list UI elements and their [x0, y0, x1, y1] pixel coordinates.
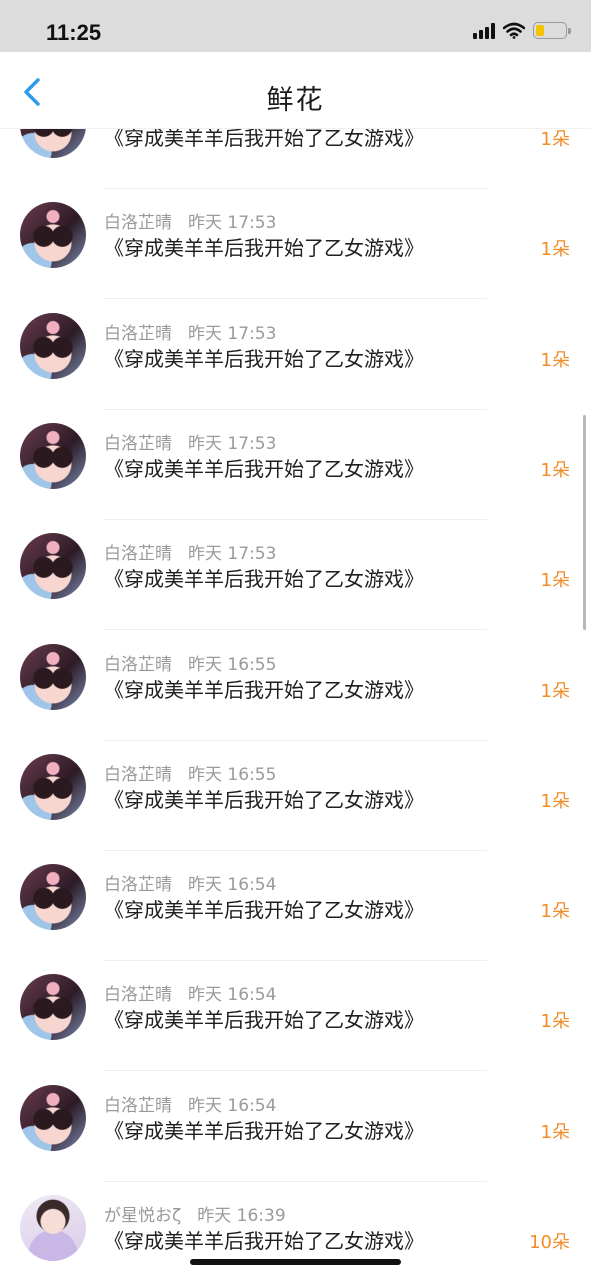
sender-name[interactable]: 白洛芷晴 — [104, 544, 172, 564]
status-bar: 11:25 — [0, 0, 591, 52]
flower-count: 1朵 — [540, 680, 570, 702]
scrollbar[interactable] — [583, 415, 586, 630]
book-title[interactable]: 《穿成美羊羊后我开始了乙女游戏》 — [104, 563, 424, 592]
item-meta: 白洛芷晴 昨天 16:55 — [104, 760, 276, 785]
flower-count: 1朵 — [540, 129, 570, 150]
send-time: 昨天 17:53 — [188, 544, 277, 565]
item-meta: が星悦おζ 昨天 16:39 — [104, 1201, 286, 1226]
sender-name[interactable]: 白洛芷晴 — [104, 875, 172, 895]
list-item[interactable]: 白洛芷晴 昨天 16:55 《穿成美羊羊后我开始了乙女游戏》 1朵 — [0, 741, 591, 851]
sender-name[interactable]: 白洛芷晴 — [104, 324, 172, 344]
sender-name[interactable]: 白洛芷晴 — [104, 765, 172, 785]
item-meta: 白洛芷晴 昨天 17:53 — [104, 539, 276, 564]
book-title[interactable]: 《穿成美羊羊后我开始了乙女游戏》 — [104, 1115, 424, 1144]
send-time: 昨天 17:53 — [188, 433, 277, 454]
list-item[interactable]: 白洛芷晴 昨天 16:54 《穿成美羊羊后我开始了乙女游戏》 1朵 — [0, 1072, 591, 1182]
avatar[interactable] — [20, 312, 86, 379]
list-item[interactable]: 白洛芷晴 昨天 17:53 《穿成美羊羊后我开始了乙女游戏》 1朵 — [0, 189, 591, 300]
avatar[interactable] — [20, 753, 86, 820]
home-indicator[interactable] — [190, 1259, 401, 1265]
sender-name[interactable]: 白洛芷晴 — [104, 655, 172, 675]
flower-count: 1朵 — [540, 349, 570, 371]
item-meta: 白洛芷晴 昨天 17:53 — [104, 208, 276, 233]
item-meta: 白洛芷晴 昨天 16:55 — [104, 650, 276, 675]
sender-name[interactable]: 白洛芷晴 — [104, 1096, 172, 1116]
send-time: 昨天 16:55 — [188, 654, 277, 675]
status-time: 11:25 — [46, 20, 102, 45]
sender-name[interactable]: 白洛芷晴 — [104, 985, 172, 1005]
battery-level — [536, 25, 545, 36]
signal-icon — [473, 22, 495, 39]
book-title[interactable]: 《穿成美羊羊后我开始了乙女游戏》 — [104, 343, 424, 372]
item-meta: 白洛芷晴 昨天 16:54 — [104, 870, 276, 895]
send-time: 昨天 16:54 — [188, 1095, 277, 1116]
send-time: 昨天 16:54 — [188, 985, 277, 1006]
avatar[interactable] — [20, 1084, 86, 1151]
list-item[interactable]: 白洛芷晴 昨天 16:54 《穿成美羊羊后我开始了乙女游戏》 1朵 — [0, 851, 591, 962]
send-time: 昨天 16:54 — [188, 875, 277, 896]
flower-count: 1朵 — [540, 1011, 570, 1033]
flower-count: 1朵 — [540, 459, 570, 481]
list-item[interactable]: 白洛芷晴 昨天 16:55 《穿成美羊羊后我开始了乙女游戏》 1朵 — [0, 631, 591, 741]
send-time: 昨天 17:53 — [188, 323, 277, 344]
avatar[interactable] — [20, 1195, 86, 1261]
item-meta: 白洛芷晴 昨天 17:53 — [104, 429, 276, 454]
flower-count: 1朵 — [540, 239, 570, 261]
flower-count: 1朵 — [540, 901, 570, 923]
list-item[interactable]: 白洛芷晴 昨天 17:53 《穿成美羊羊后我开始了乙女游戏》 1朵 — [0, 410, 591, 520]
sender-name[interactable]: 白洛芷晴 — [104, 434, 172, 454]
status-icons — [473, 22, 571, 39]
book-title[interactable]: 《穿成美羊羊后我开始了乙女游戏》 — [104, 1225, 424, 1254]
book-title[interactable]: 《穿成美羊羊后我开始了乙女游戏》 — [104, 784, 424, 813]
book-title[interactable]: 《穿成美羊羊后我开始了乙女游戏》 — [104, 232, 424, 261]
list-item[interactable]: が星悦おζ 昨天 16:39 《穿成美羊羊后我开始了乙女游戏》 10朵 — [0, 1182, 591, 1280]
flower-count: 1朵 — [540, 1121, 570, 1143]
list-item[interactable]: 白洛芷晴 昨天 17:53 《穿成美羊羊后我开始了乙女游戏》 1朵 — [0, 300, 591, 410]
flower-count: 1朵 — [540, 570, 570, 592]
flower-record-list[interactable]: 《穿成美羊羊后我开始了乙女游戏》 1朵 白洛芷晴 昨天 17:53 《穿成美羊羊后我开始… — [0, 0, 591, 1280]
flower-count: 1朵 — [540, 790, 570, 812]
avatar[interactable] — [20, 643, 86, 710]
page-title: 鲜花 — [266, 85, 325, 116]
list-item[interactable]: 白洛芷晴 昨天 16:54 《穿成美羊羊后我开始了乙女游戏》 1朵 — [0, 961, 591, 1072]
avatar[interactable] — [20, 974, 86, 1041]
avatar[interactable] — [20, 202, 86, 269]
send-time: 昨天 17:53 — [188, 213, 277, 234]
avatar[interactable] — [20, 533, 86, 600]
book-title[interactable]: 《穿成美羊羊后我开始了乙女游戏》 — [104, 674, 424, 703]
send-time: 昨天 16:55 — [188, 764, 277, 785]
wifi-icon — [503, 22, 525, 39]
item-meta: 白洛芷晴 昨天 16:54 — [104, 980, 276, 1005]
item-meta: 白洛芷晴 昨天 16:54 — [104, 1091, 276, 1116]
book-title[interactable]: 《穿成美羊羊后我开始了乙女游戏》 — [104, 453, 424, 482]
sender-name[interactable]: が星悦おζ — [104, 1206, 181, 1226]
flower-count: 10朵 — [529, 1232, 570, 1253]
book-title[interactable]: 《穿成美羊羊后我开始了乙女游戏》 — [104, 894, 424, 923]
item-meta: 白洛芷晴 昨天 17:53 — [104, 319, 276, 344]
book-title[interactable]: 《穿成美羊羊后我开始了乙女游戏》 — [104, 1004, 424, 1033]
avatar[interactable] — [20, 422, 86, 489]
sender-name[interactable]: 白洛芷晴 — [104, 213, 172, 233]
list-item[interactable]: 白洛芷晴 昨天 17:53 《穿成美羊羊后我开始了乙女游戏》 1朵 — [0, 520, 591, 631]
battery-icon — [533, 22, 571, 39]
navigation-header: 鲜花 — [0, 52, 591, 128]
send-time: 昨天 16:39 — [197, 1206, 286, 1226]
avatar[interactable] — [20, 864, 86, 931]
